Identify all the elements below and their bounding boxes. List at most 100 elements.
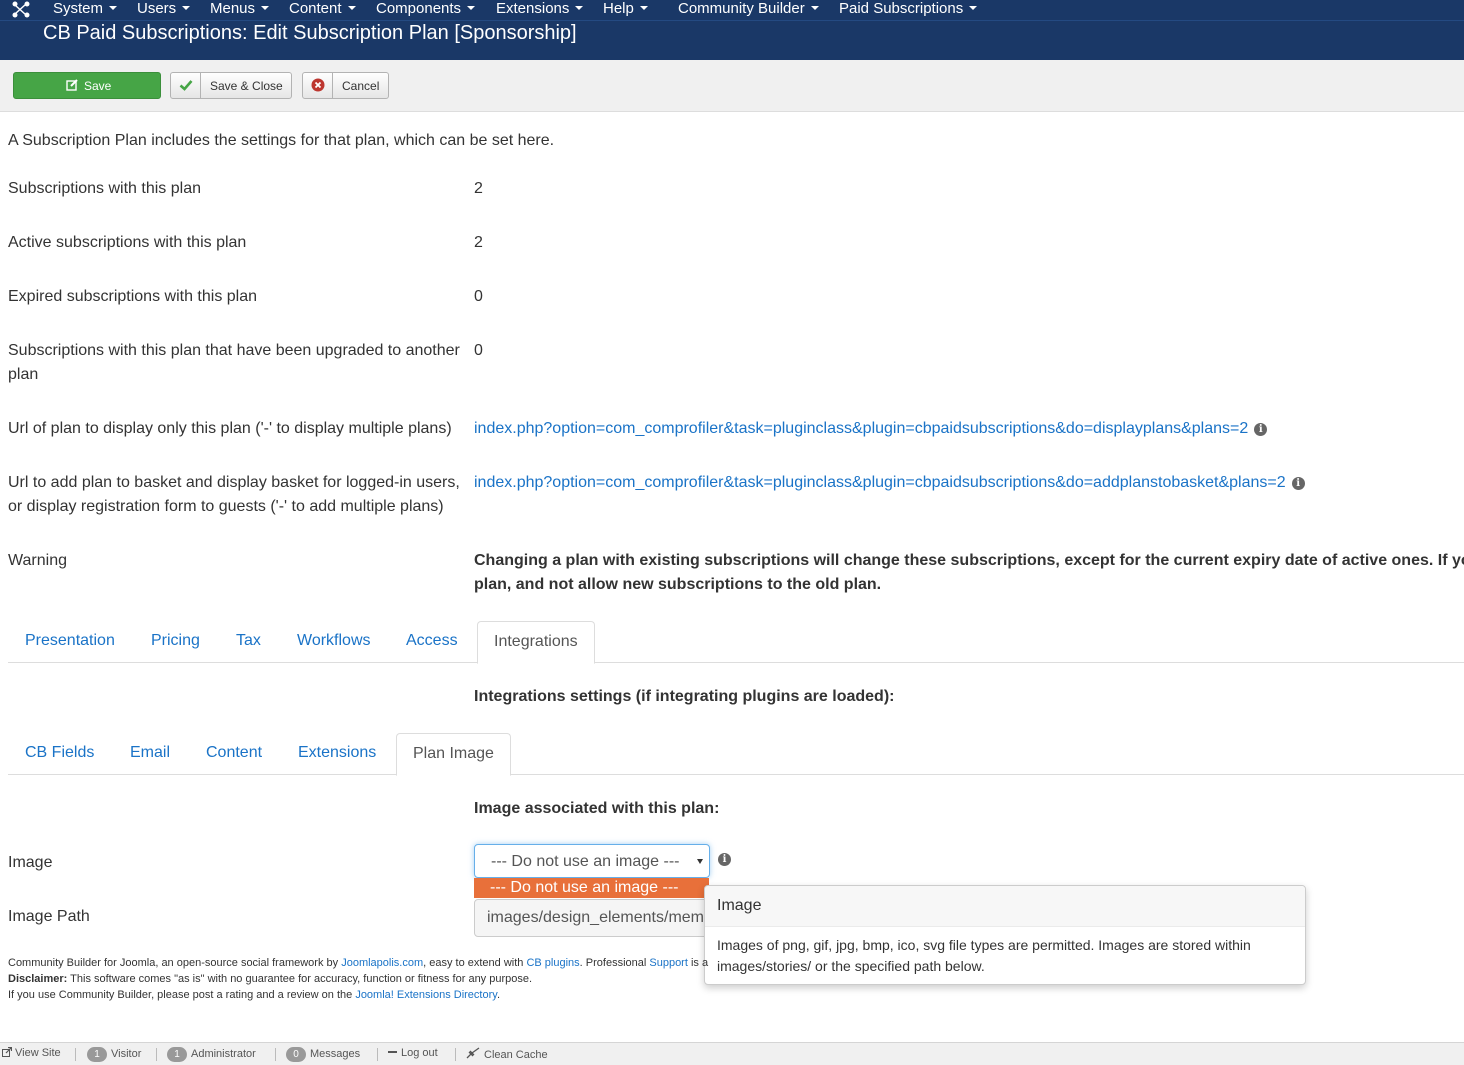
menu-community-builder[interactable]: Community Builder — [678, 0, 819, 20]
menu-components[interactable]: Components — [376, 0, 476, 20]
image-heading: Image associated with this plan: — [474, 800, 720, 817]
integration-subtabs: CB Fields Email Content Extensions Plan … — [8, 733, 1464, 776]
joomla-logo-icon[interactable] — [12, 1, 30, 18]
plan-intro-text: A Subscription Plan includes the setting… — [8, 132, 555, 149]
tab-tax[interactable]: Tax — [236, 621, 261, 663]
warning-message: Changing a plan with existing subscripti… — [474, 549, 1464, 597]
messages-count[interactable]: 0 Messages — [286, 1047, 360, 1062]
tab-presentation[interactable]: Presentation — [25, 621, 115, 663]
stat-label-expired: Expired subscriptions with this plan — [8, 288, 258, 305]
warning-label: Warning — [8, 552, 67, 569]
footer-line-1: Community Builder for Joomla, an open-so… — [8, 957, 709, 969]
minus-icon — [388, 1051, 397, 1053]
status-bar: View Site 1 Visitor 1 Administrator 0 Messa… — [0, 1042, 1464, 1065]
cancel-label: Cancel — [342, 79, 380, 93]
footer-line-3: If you use Community Builder, please pos… — [8, 989, 500, 1001]
stat-value-active: 2 — [474, 234, 483, 251]
visitor-badge: 1 — [87, 1047, 107, 1062]
menu-menus[interactable]: Menus — [210, 0, 270, 20]
tab-email[interactable]: Email — [130, 733, 170, 775]
tab-pricing[interactable]: Pricing — [151, 621, 200, 663]
tab-integrations[interactable]: Integrations — [477, 621, 595, 664]
tab-cb-fields[interactable]: CB Fields — [25, 733, 94, 775]
tab-extensions[interactable]: Extensions — [298, 733, 376, 775]
save-close-button[interactable]: Save & Close — [170, 72, 292, 99]
edit-icon — [66, 79, 78, 91]
chevron-down-icon — [347, 6, 356, 10]
menu-paid-subscriptions[interactable]: Paid Subscriptions — [839, 0, 978, 20]
chevron-down-icon — [639, 6, 648, 10]
tab-content[interactable]: Content — [206, 733, 262, 775]
url-display-plan-row: index.php?option=com_comprofiler&task=pl… — [474, 417, 1268, 441]
toolbar: Save Save & Close Cancel — [0, 60, 1464, 112]
plan-tabs: Presentation Pricing Tax Workflows Acces… — [8, 621, 1464, 664]
chevron-down-icon — [467, 6, 476, 10]
chevron-down-icon — [575, 6, 584, 10]
logout-link[interactable]: Log out — [388, 1047, 438, 1059]
stat-value-subscriptions: 2 — [474, 180, 483, 197]
image-select[interactable]: --- Do not use an image --- — [474, 844, 710, 878]
menu-extensions[interactable]: Extensions — [496, 0, 584, 20]
image-path-value: images/design_elements/mem — [487, 909, 704, 926]
url-add-basket-row: index.php?option=com_comprofiler&task=pl… — [474, 471, 1305, 495]
tab-workflows[interactable]: Workflows — [297, 621, 371, 663]
broom-icon — [466, 1047, 480, 1059]
chevron-down-icon — [261, 6, 270, 10]
info-icon[interactable]: i — [1254, 423, 1268, 436]
cb-plugins-link[interactable]: CB plugins — [526, 957, 579, 969]
chevron-down-icon — [182, 6, 191, 10]
jed-link[interactable]: Joomla! Extensions Directory — [355, 989, 497, 1001]
warning-line-2: plan, and not allow new subscriptions to… — [474, 576, 882, 593]
joomlapolis-link[interactable]: Joomlapolis.com — [341, 957, 423, 969]
chevron-down-icon — [109, 6, 118, 10]
footer-disclaimer: Disclaimer: This software comes "as is" … — [8, 973, 533, 985]
menu-content[interactable]: Content — [289, 0, 356, 20]
stat-label-subscriptions: Subscriptions with this plan — [8, 180, 201, 197]
cancel-button[interactable]: Cancel — [302, 72, 389, 99]
image-select-option[interactable]: --- Do not use an image --- — [474, 878, 709, 898]
save-label: Save — [84, 79, 112, 93]
url-display-plan-link[interactable]: index.php?option=com_comprofiler&task=pl… — [474, 420, 1248, 437]
administrator-count[interactable]: 1 Administrator — [167, 1047, 256, 1062]
integrations-heading: Integrations settings (if integrating pl… — [474, 688, 895, 705]
info-icon[interactable]: i — [718, 853, 731, 866]
tab-plan-image[interactable]: Plan Image — [396, 733, 511, 776]
url-add-basket-label: Url to add plan to basket and display ba… — [8, 474, 460, 515]
popover-body: Images of png, gif, jpg, bmp, ico, svg f… — [717, 937, 1251, 974]
menu-system[interactable]: System — [53, 0, 118, 20]
image-select-value: --- Do not use an image --- — [491, 853, 680, 870]
url-display-plan-label: Url of plan to display only this plan ('… — [8, 420, 452, 437]
external-link-icon — [2, 1046, 13, 1057]
view-site-link[interactable]: View Site — [2, 1046, 61, 1059]
chevron-down-icon — [697, 859, 703, 864]
page-header: CB Paid Subscriptions: Edit Subscription… — [0, 20, 1464, 60]
warning-line-1: Changing a plan with existing subscripti… — [474, 552, 1464, 569]
save-button[interactable]: Save — [13, 72, 161, 99]
visitor-count[interactable]: 1 Visitor — [87, 1047, 141, 1062]
stat-value-upgraded: 0 — [474, 342, 483, 359]
info-icon[interactable]: i — [1291, 477, 1305, 490]
stat-value-expired: 0 — [474, 288, 483, 305]
stat-label-upgraded: Subscriptions with this plan that have b… — [8, 342, 460, 383]
checkmark-icon — [179, 80, 193, 91]
clean-cache-link[interactable]: Clean Cache — [466, 1047, 548, 1061]
menu-help[interactable]: Help — [603, 0, 648, 20]
messages-badge: 0 — [286, 1047, 306, 1062]
stat-label-active: Active subscriptions with this plan — [8, 234, 247, 251]
chevron-down-icon — [810, 6, 819, 10]
page-title: CB Paid Subscriptions: Edit Subscription… — [43, 22, 577, 44]
image-help-popover: Image Images of png, gif, jpg, bmp, ico,… — [704, 885, 1306, 985]
top-menu-bar: System Users Menus Content Components Ex… — [0, 0, 1464, 20]
menu-users[interactable]: Users — [137, 0, 191, 20]
image-path-label: Image Path — [8, 908, 90, 925]
url-add-basket-link[interactable]: index.php?option=com_comprofiler&task=pl… — [474, 474, 1286, 491]
popover-title: Image — [705, 886, 1305, 927]
support-link[interactable]: Support — [649, 957, 688, 969]
cancel-circle-icon — [311, 78, 325, 92]
image-path-input[interactable]: images/design_elements/mem — [474, 899, 710, 937]
image-label: Image — [8, 854, 53, 871]
tab-access[interactable]: Access — [406, 621, 458, 663]
save-close-label: Save & Close — [210, 79, 283, 93]
footer: Community Builder for Joomla, an open-so… — [8, 955, 708, 1003]
chevron-down-icon — [969, 6, 978, 10]
